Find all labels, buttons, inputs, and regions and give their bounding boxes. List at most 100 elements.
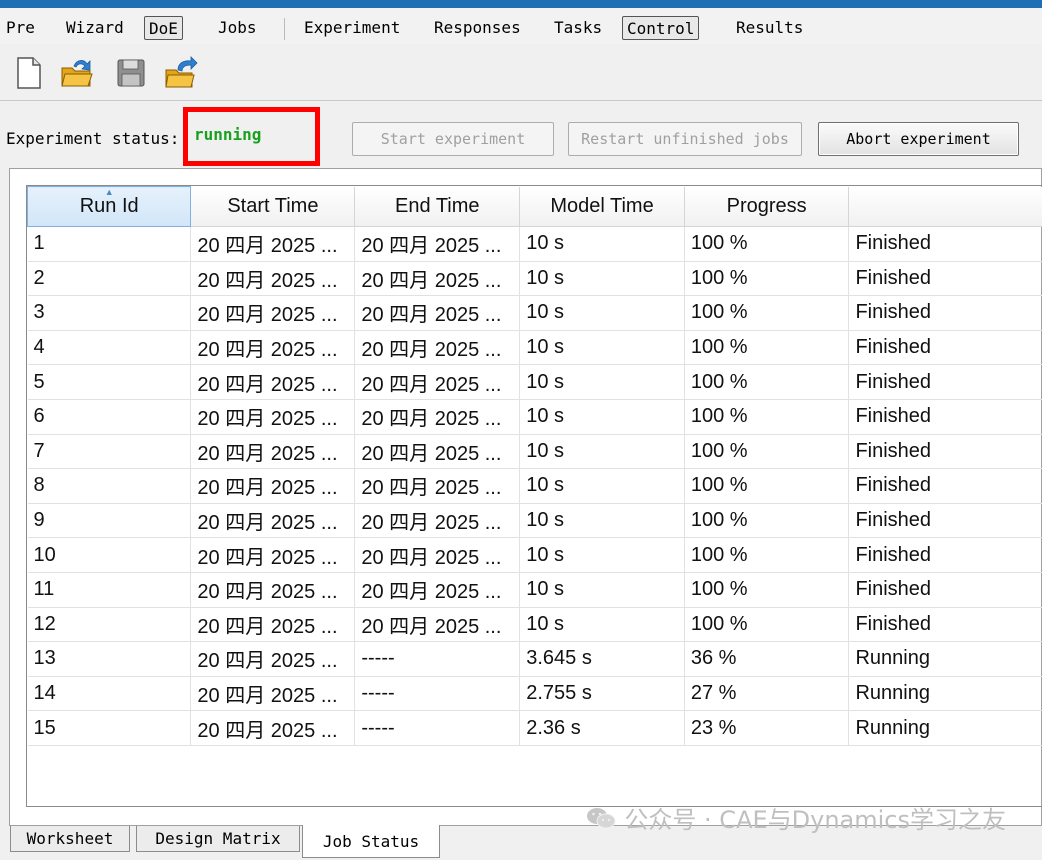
- save-disk-icon[interactable]: [114, 56, 148, 90]
- menu-doe[interactable]: DoE: [144, 16, 183, 40]
- table-row[interactable]: 9 20 四月 2025 ... 20 四月 2025 ... 10 s 100 % Fi…: [27, 503, 1042, 539]
- tab-design-matrix[interactable]: Design Matrix: [136, 826, 300, 852]
- model-time-cell: 10 s: [519, 295, 685, 331]
- new-file-icon[interactable]: [12, 56, 46, 90]
- menu-results[interactable]: Results: [732, 16, 807, 40]
- run-id-cell: 13: [27, 641, 192, 677]
- wechat-logo-icon: [587, 807, 616, 828]
- progress-cell: 100 %: [684, 364, 850, 400]
- end-time-cell: 20 四月 2025 ...: [354, 261, 521, 297]
- abort-experiment-button[interactable]: Abort experiment: [818, 122, 1019, 156]
- toolbar-divider: [0, 100, 1042, 101]
- table-header-row: ▲ Run Id Start Time End Time Model Time P…: [27, 186, 1042, 227]
- column-header-status[interactable]: [848, 186, 1042, 227]
- toolbar: [0, 48, 1042, 98]
- table-row[interactable]: 3 20 四月 2025 ... 20 四月 2025 ... 10 s 100 % Fi…: [27, 295, 1042, 331]
- model-time-cell: 10 s: [519, 537, 685, 573]
- model-time-cell: 10 s: [519, 399, 685, 435]
- job-status-table-container: ▲ Run Id Start Time End Time Model Time P…: [26, 185, 1042, 807]
- open-folder-icon[interactable]: [60, 56, 94, 90]
- menu-responses[interactable]: Responses: [430, 16, 525, 40]
- start-time-cell: 20 四月 2025 ...: [190, 434, 356, 470]
- menu-jobs[interactable]: Jobs: [214, 16, 261, 40]
- table-row[interactable]: 10 20 四月 2025 ... 20 四月 2025 ... 10 s 100 % F…: [27, 537, 1042, 573]
- experiment-status-label: Experiment status:: [6, 129, 180, 148]
- run-id-cell: 10: [27, 537, 192, 573]
- sort-ascending-icon: ▲: [104, 187, 114, 197]
- status-cell: Finished: [848, 261, 1042, 297]
- progress-cell: 100 %: [684, 330, 850, 366]
- start-time-cell: 20 四月 2025 ...: [190, 468, 356, 504]
- progress-cell: 100 %: [684, 226, 850, 262]
- column-header-end-time[interactable]: End Time: [354, 186, 521, 227]
- end-time-cell: 20 四月 2025 ...: [354, 434, 521, 470]
- table-row[interactable]: 1 20 四月 2025 ... 20 四月 2025 ... 10 s 100 % Fi…: [27, 226, 1042, 262]
- end-time-cell: 20 四月 2025 ...: [354, 607, 521, 643]
- restart-unfinished-jobs-button[interactable]: Restart unfinished jobs: [568, 122, 802, 156]
- table-row[interactable]: 13 20 四月 2025 ... ----- 3.645 s 36 % Running: [27, 641, 1042, 677]
- model-time-cell: 10 s: [519, 607, 685, 643]
- progress-cell: 100 %: [684, 261, 850, 297]
- status-cell: Finished: [848, 399, 1042, 435]
- end-time-cell: 20 四月 2025 ...: [354, 399, 521, 435]
- menu-pre[interactable]: Pre: [2, 16, 39, 40]
- table-row[interactable]: 6 20 四月 2025 ... 20 四月 2025 ... 10 s 100 % Fi…: [27, 399, 1042, 435]
- model-time-cell: 2.36 s: [519, 710, 685, 746]
- table-row[interactable]: 4 20 四月 2025 ... 20 四月 2025 ... 10 s 100 % Fi…: [27, 330, 1042, 366]
- model-time-cell: 3.645 s: [519, 641, 685, 677]
- start-time-cell: 20 四月 2025 ...: [190, 295, 356, 331]
- menu-separator: [284, 18, 285, 40]
- status-cell: Finished: [848, 537, 1042, 573]
- table-row[interactable]: 5 20 四月 2025 ... 20 四月 2025 ... 10 s 100 % Fi…: [27, 364, 1042, 400]
- table-row[interactable]: 11 20 四月 2025 ... 20 四月 2025 ... 10 s 100 % F…: [27, 572, 1042, 608]
- progress-cell: 100 %: [684, 434, 850, 470]
- start-experiment-button[interactable]: Start experiment: [352, 122, 554, 156]
- start-time-cell: 20 四月 2025 ...: [190, 261, 356, 297]
- status-cell: Finished: [848, 434, 1042, 470]
- start-time-cell: 20 四月 2025 ...: [190, 537, 356, 573]
- end-time-cell: 20 四月 2025 ...: [354, 295, 521, 331]
- column-header-run-id[interactable]: ▲ Run Id: [27, 186, 192, 227]
- run-id-cell: 6: [27, 399, 192, 435]
- progress-cell: 100 %: [684, 537, 850, 573]
- column-header-progress[interactable]: Progress: [684, 186, 850, 227]
- run-id-cell: 7: [27, 434, 192, 470]
- progress-cell: 23 %: [684, 710, 850, 746]
- export-folder-icon[interactable]: [164, 56, 198, 90]
- status-cell: Finished: [848, 572, 1042, 608]
- table-row[interactable]: 14 20 四月 2025 ... ----- 2.755 s 27 % Running: [27, 676, 1042, 712]
- menu-experiment[interactable]: Experiment: [300, 16, 404, 40]
- menu-tasks[interactable]: Tasks: [550, 16, 606, 40]
- run-id-cell: 12: [27, 607, 192, 643]
- model-time-cell: 10 s: [519, 503, 685, 539]
- model-time-cell: 10 s: [519, 434, 685, 470]
- menu-control[interactable]: Control: [622, 16, 700, 40]
- watermark-text: 公众号 · CAE与Dynamics学习之友: [624, 806, 1006, 834]
- column-header-start-time[interactable]: Start Time: [190, 186, 356, 227]
- start-time-cell: 20 四月 2025 ...: [190, 330, 356, 366]
- table-row[interactable]: 15 20 四月 2025 ... ----- 2.36 s 23 % Running: [27, 710, 1042, 746]
- end-time-cell: 20 四月 2025 ...: [354, 468, 521, 504]
- run-id-cell: 8: [27, 468, 192, 504]
- table-row[interactable]: 8 20 四月 2025 ... 20 四月 2025 ... 10 s 100 % Fi…: [27, 468, 1042, 504]
- end-time-cell: 20 四月 2025 ...: [354, 503, 521, 539]
- job-status-panel: ▲ Run Id Start Time End Time Model Time P…: [9, 168, 1042, 826]
- run-id-cell: 15: [27, 710, 192, 746]
- column-header-model-time[interactable]: Model Time: [519, 186, 685, 227]
- run-id-cell: 9: [27, 503, 192, 539]
- run-id-cell: 5: [27, 364, 192, 400]
- table-row[interactable]: 7 20 四月 2025 ... 20 四月 2025 ... 10 s 100 % Fi…: [27, 434, 1042, 470]
- table-row[interactable]: 2 20 四月 2025 ... 20 四月 2025 ... 10 s 100 % Fi…: [27, 261, 1042, 297]
- progress-cell: 36 %: [684, 641, 850, 677]
- window-title-bar: [0, 0, 1042, 8]
- end-time-cell: 20 四月 2025 ...: [354, 330, 521, 366]
- end-time-cell: -----: [354, 641, 521, 677]
- status-cell: Finished: [848, 295, 1042, 331]
- table-row[interactable]: 12 20 四月 2025 ... 20 四月 2025 ... 10 s 100 % F…: [27, 607, 1042, 643]
- tab-job-status[interactable]: Job Status: [302, 825, 440, 858]
- model-time-cell: 10 s: [519, 261, 685, 297]
- tab-worksheet[interactable]: Worksheet: [10, 826, 130, 852]
- menu-wizard[interactable]: Wizard: [62, 16, 128, 40]
- end-time-cell: -----: [354, 710, 521, 746]
- run-id-cell: 4: [27, 330, 192, 366]
